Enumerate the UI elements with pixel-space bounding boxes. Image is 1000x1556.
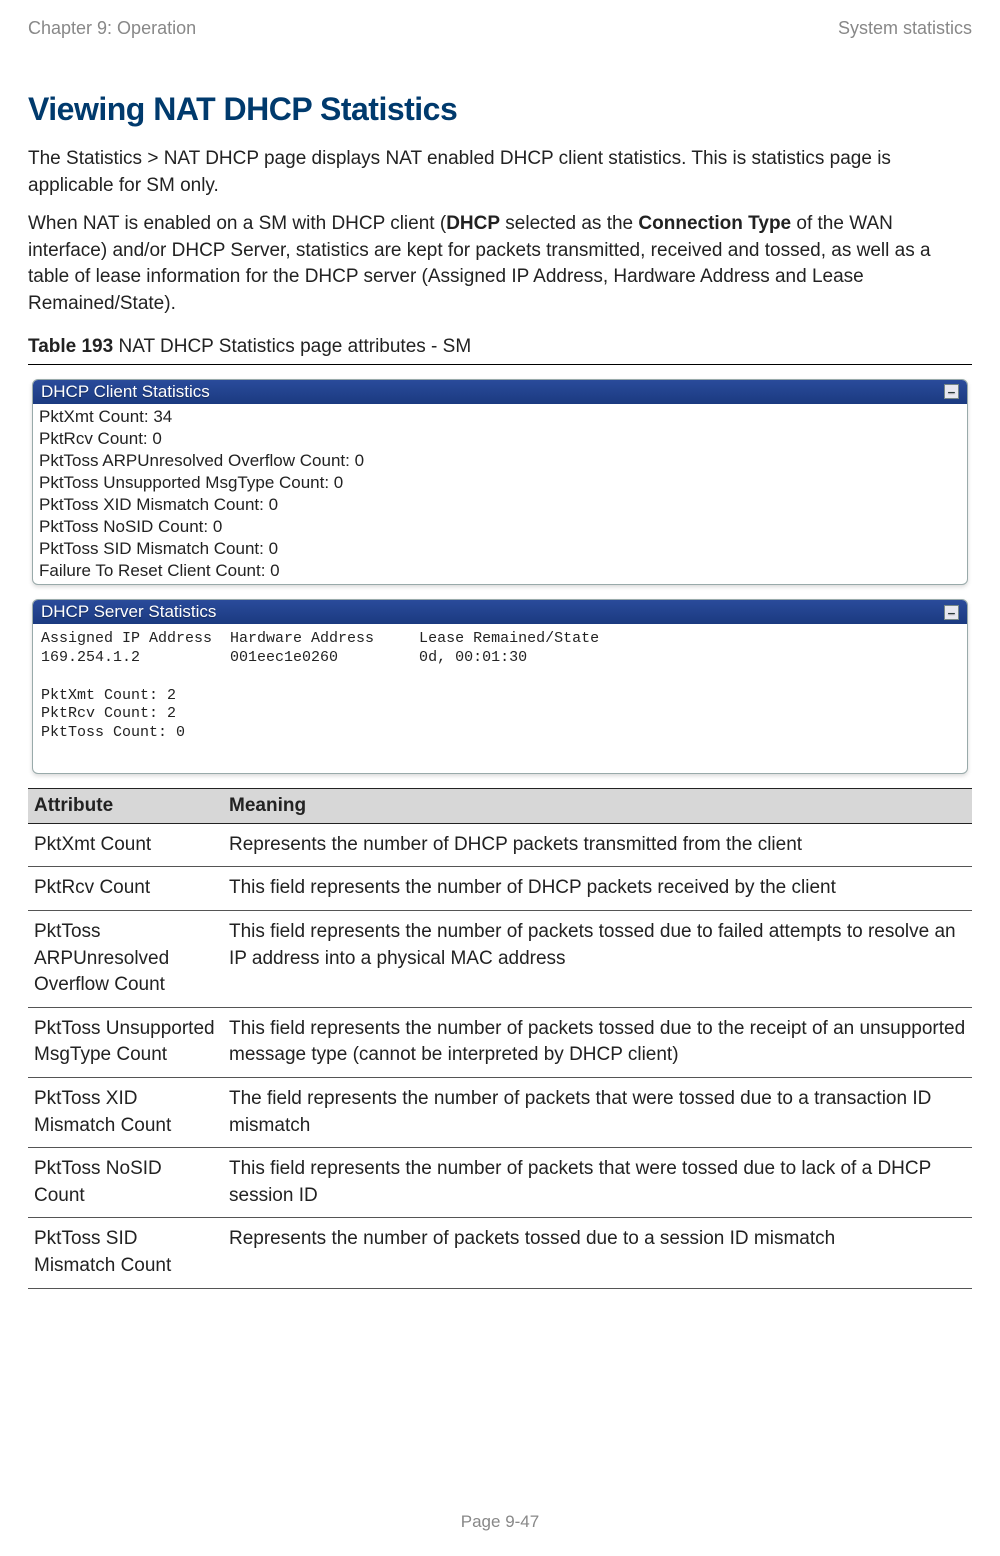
table-row: PktRcv Count This field represents the n… [28,867,972,911]
dhcp-client-stats-panel: DHCP Client Statistics − PktXmt Count: 3… [32,379,968,586]
page-header: Chapter 9: Operation System statistics [28,18,972,39]
attr-meaning: This field represents the number of DHCP… [223,867,972,911]
attr-name: PktXmt Count [28,823,223,867]
bold-connection-type: Connection Type [638,213,791,234]
stat-line: PktToss ARPUnresolved Overflow Count: 0 [39,450,961,472]
attr-meaning: This field represents the number of pack… [223,1007,972,1077]
stat-line: PktToss NoSID Count: 0 [39,516,961,538]
collapse-icon[interactable]: − [944,384,959,399]
panel-body: PktXmt Count: 34 PktRcv Count: 0 PktToss… [33,404,967,585]
attr-name: PktToss NoSID Count [28,1148,223,1218]
stat-line: PktRcv Count: 0 [39,428,961,450]
bold-dhcp: DHCP [446,213,500,234]
table-row: PktToss ARPUnresolved Overflow Count Thi… [28,911,972,1008]
attr-name: PktToss ARPUnresolved Overflow Count [28,911,223,1008]
table-caption-text: NAT DHCP Statistics page attributes - SM [113,336,471,357]
attr-meaning: Represents the number of packets tossed … [223,1218,972,1288]
table-header-row: Attribute Meaning [28,788,972,823]
attr-name: PktRcv Count [28,867,223,911]
panel-body: Assigned IP Address Hardware Address Lea… [33,624,967,773]
dhcp-server-stats-panel: DHCP Server Statistics − Assigned IP Add… [32,599,968,774]
panel-title: DHCP Client Statistics [41,382,210,402]
text: When NAT is enabled on a SM with DHCP cl… [28,213,446,234]
table-row: PktToss NoSID Count This field represent… [28,1148,972,1218]
section-label: System statistics [838,18,972,39]
attr-meaning: This field represents the number of pack… [223,1148,972,1218]
intro-paragraph-1: The Statistics > NAT DHCP page displays … [28,146,972,199]
page-footer: Page 9-47 [0,1512,1000,1532]
table-row: PktToss SID Mismatch Count Represents th… [28,1218,972,1288]
stat-line: Failure To Reset Client Count: 0 [39,560,961,582]
table-caption: Table 193 NAT DHCP Statistics page attri… [28,336,972,358]
caption-rule [28,364,972,365]
collapse-icon[interactable]: − [944,605,959,620]
stat-line: PktXmt Count: 34 [39,406,961,428]
panel-header[interactable]: DHCP Server Statistics − [33,600,967,624]
col-attribute: Attribute [28,788,223,823]
panel-title: DHCP Server Statistics [41,602,216,622]
table-row: PktToss Unsupported MsgType Count This f… [28,1007,972,1077]
attr-meaning: The field represents the number of packe… [223,1077,972,1147]
table-row: PktToss XID Mismatch Count The field rep… [28,1077,972,1147]
attr-name: PktToss Unsupported MsgType Count [28,1007,223,1077]
attr-meaning: This field represents the number of pack… [223,911,972,1008]
table-row: PktXmt Count Represents the number of DH… [28,823,972,867]
attr-name: PktToss SID Mismatch Count [28,1218,223,1288]
chapter-label: Chapter 9: Operation [28,18,196,39]
col-meaning: Meaning [223,788,972,823]
attr-name: PktToss XID Mismatch Count [28,1077,223,1147]
panel-header[interactable]: DHCP Client Statistics − [33,380,967,404]
table-number: Table 193 [28,336,113,357]
intro-paragraph-2: When NAT is enabled on a SM with DHCP cl… [28,211,972,317]
attr-meaning: Represents the number of DHCP packets tr… [223,823,972,867]
stat-line: PktToss Unsupported MsgType Count: 0 [39,472,961,494]
text: selected as the [500,213,638,234]
stat-line: PktToss XID Mismatch Count: 0 [39,494,961,516]
stat-line: PktToss SID Mismatch Count: 0 [39,538,961,560]
page-title: Viewing NAT DHCP Statistics [28,91,972,128]
attribute-table: Attribute Meaning PktXmt Count Represent… [28,788,972,1289]
